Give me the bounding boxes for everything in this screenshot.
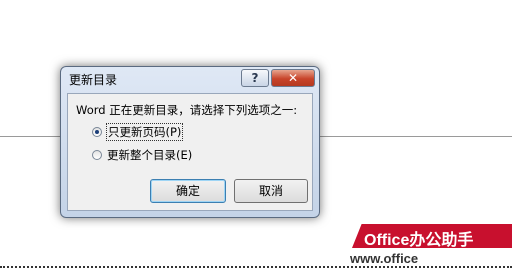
cancel-button[interactable]: 取消: [234, 179, 308, 203]
option-update-page-numbers[interactable]: 只更新页码(P): [92, 123, 184, 141]
dialog-titlebar[interactable]: 更新目录 ? ✕: [61, 67, 319, 91]
option-label-entire-toc[interactable]: 更新整个目录(E): [107, 147, 192, 163]
watermark-brand: Office办公助手: [364, 232, 474, 249]
dialog-title: 更新目录: [69, 73, 118, 87]
question-icon: ?: [251, 71, 259, 85]
help-button[interactable]: ?: [241, 69, 269, 87]
radio-update-page-numbers[interactable]: [92, 127, 102, 137]
radio-update-entire-toc[interactable]: [92, 150, 102, 160]
option-update-entire-toc[interactable]: 更新整个目录(E): [92, 147, 192, 163]
close-icon: ✕: [287, 71, 299, 85]
dotted-separator: [0, 266, 512, 268]
dialog-prompt: Word 正在更新目录，请选择下列选项之一:: [76, 103, 298, 117]
close-button[interactable]: ✕: [271, 69, 315, 87]
watermark-url: www.office: [350, 251, 419, 266]
update-toc-dialog: 更新目录 ? ✕ Word 正在更新目录，请选择下列选项之一: 只更新页码(P)…: [60, 66, 320, 218]
dialog-body: Word 正在更新目录，请选择下列选项之一: 只更新页码(P) 更新整个目录(E…: [67, 93, 313, 211]
option-label-page-numbers[interactable]: 只更新页码(P): [105, 123, 184, 141]
ok-button[interactable]: 确定: [150, 179, 226, 203]
